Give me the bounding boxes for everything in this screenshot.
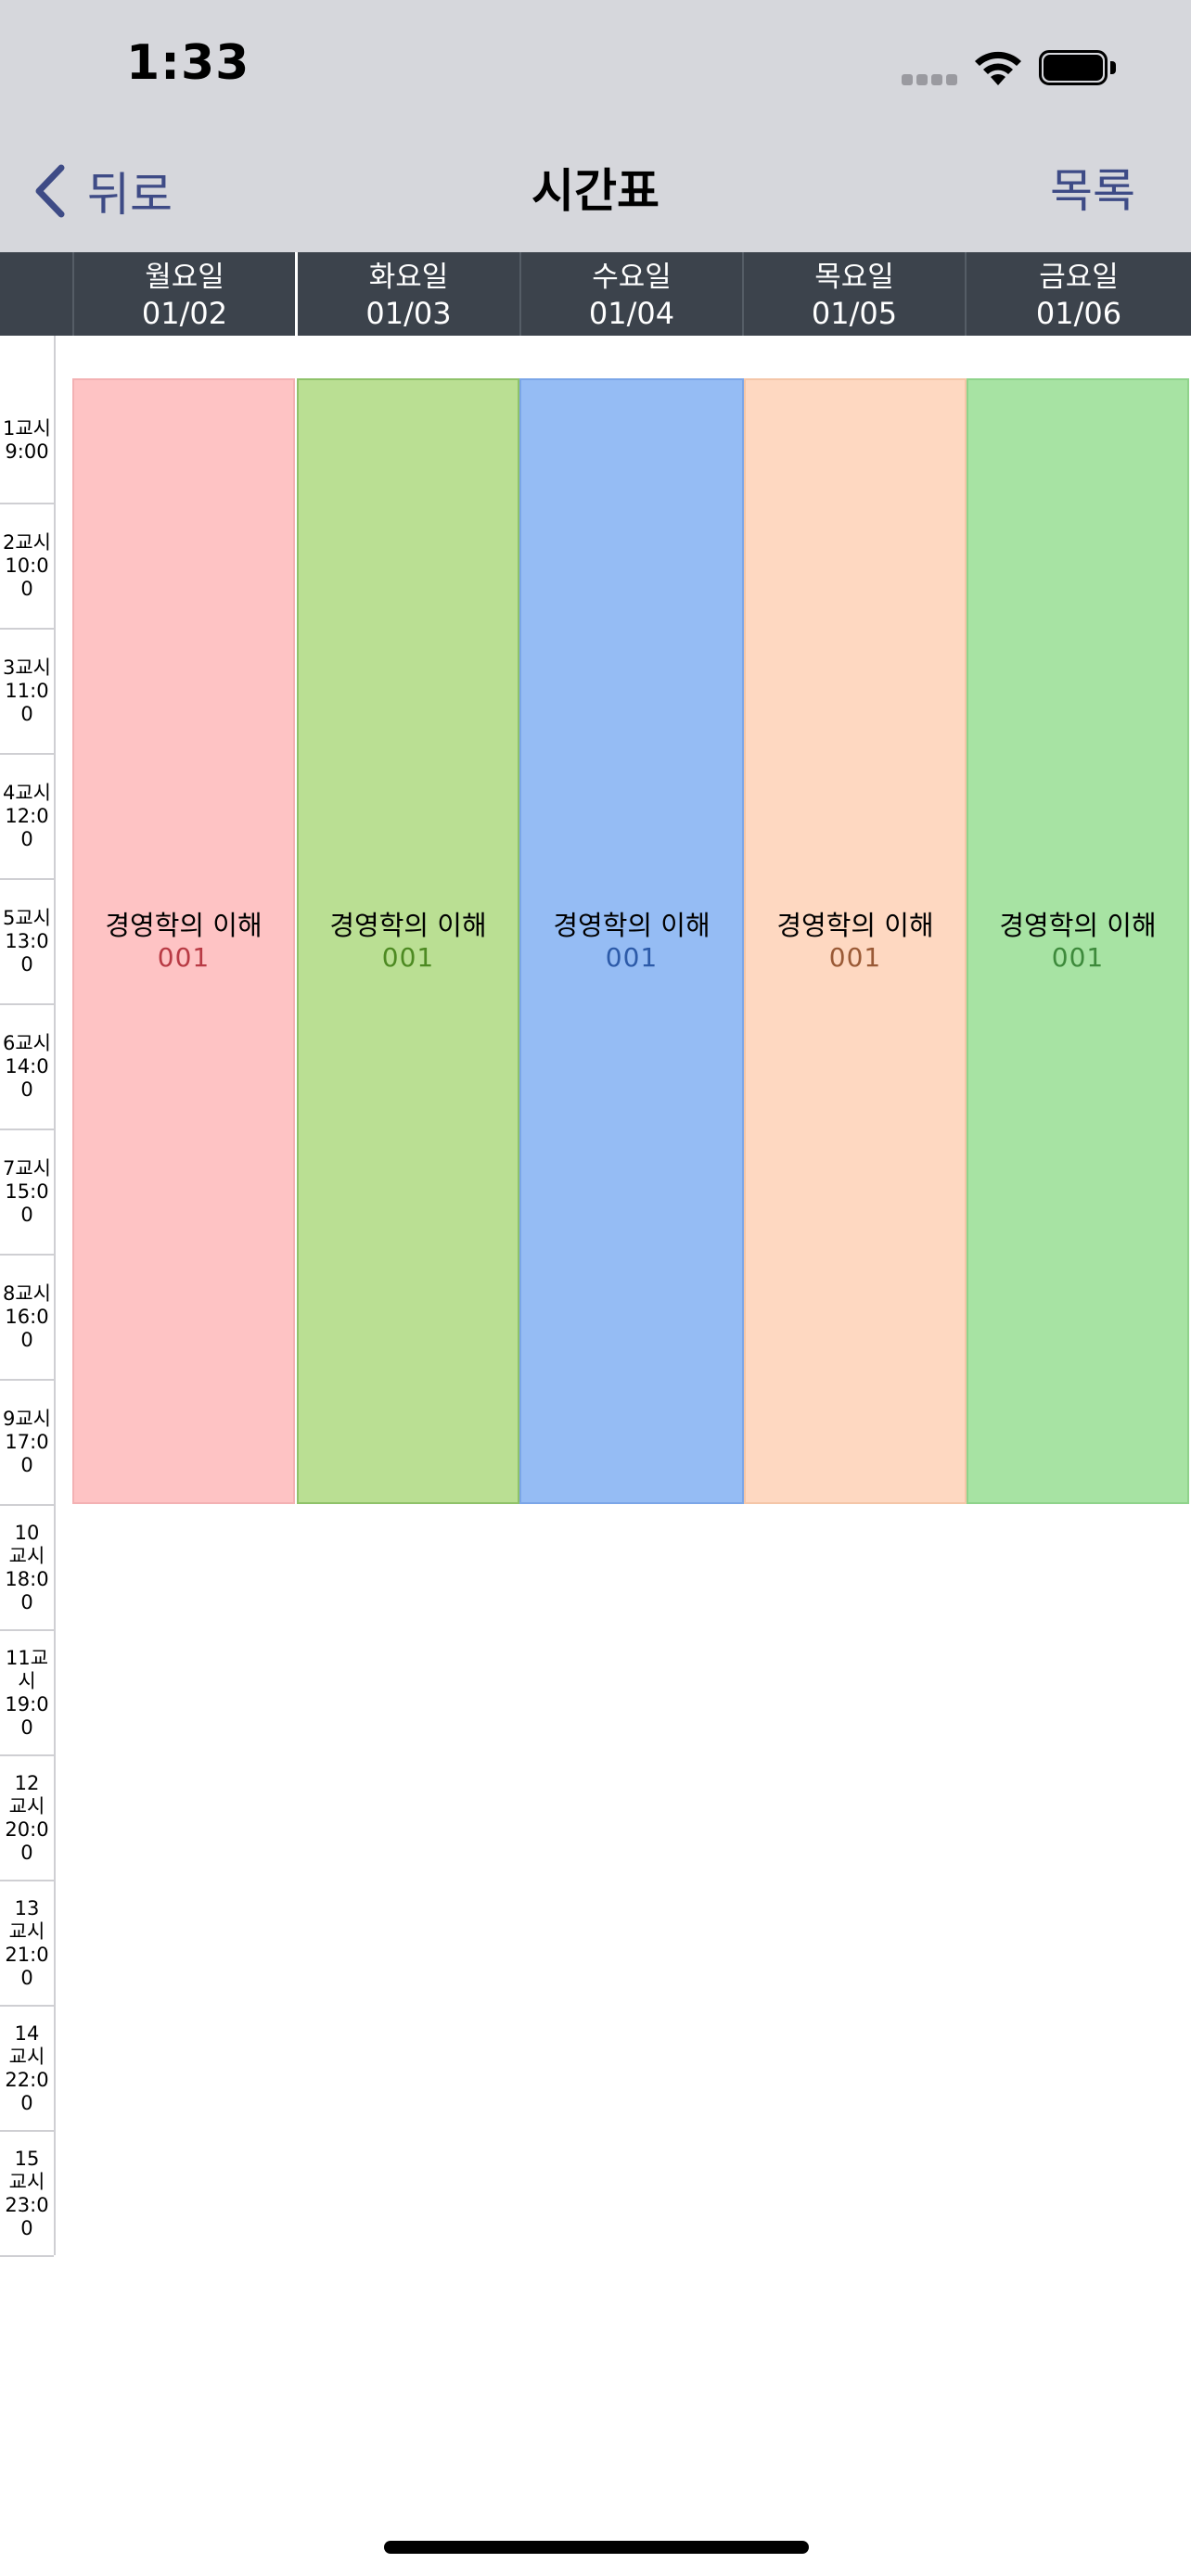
class-block-wednesday[interactable]: 경영학의 이해 001 — [519, 378, 744, 1504]
day-date: 01/05 — [811, 296, 898, 331]
period-label: 11교시 19:00 — [5, 1646, 49, 1739]
class-name: 경영학의 이해 — [776, 910, 934, 941]
period-label: 5교시 13:00 — [2, 907, 51, 976]
period-cell: 8교시 16:00 — [0, 1256, 54, 1381]
day-header-monday: 월요일 01/02 — [72, 252, 295, 336]
timetable-grid: 경영학의 이해 001 경영학의 이해 001 경영학의 이해 001 경영학의… — [58, 336, 1191, 2255]
period-cell: 14 교시 22:0 0 — [0, 2007, 54, 2132]
period-cell: 10 교시 18:00 — [0, 1506, 54, 1631]
page-title: 시간표 — [531, 164, 660, 218]
period-label: 14 교시 22:0 0 — [5, 2021, 49, 2114]
class-code: 001 — [381, 942, 435, 973]
list-button[interactable]: 목록 — [1050, 158, 1135, 224]
class-code: 001 — [157, 942, 211, 973]
day-date: 01/02 — [141, 296, 228, 331]
home-indicator[interactable] — [384, 2541, 809, 2554]
navigation-bar: 1:33 뒤로 시간표 목록 — [0, 0, 1191, 252]
day-header-friday: 금요일 01/06 — [965, 252, 1191, 336]
period-label: 4교시 12:00 — [2, 782, 51, 850]
period-cell: 7교시 15:00 — [0, 1130, 54, 1256]
class-block-thursday[interactable]: 경영학의 이해 001 — [744, 378, 967, 1504]
period-column: 1교시 9:00 2교시 10:00 3교시 11:00 4교시 12:00 5… — [0, 336, 56, 2257]
day-header-corner — [0, 252, 72, 336]
class-code: 001 — [605, 942, 659, 973]
day-header-wednesday: 수요일 01/04 — [519, 252, 742, 336]
class-code: 001 — [828, 942, 882, 973]
period-cell: 13 교시 21:00 — [0, 1881, 54, 2007]
period-label: 1교시 9:00 — [2, 417, 51, 463]
class-block-monday[interactable]: 경영학의 이해 001 — [72, 378, 295, 1504]
day-date: 01/03 — [365, 296, 452, 331]
class-name: 경영학의 이해 — [553, 910, 711, 941]
day-header-thursday: 목요일 01/05 — [742, 252, 965, 336]
class-block-tuesday[interactable]: 경영학의 이해 001 — [297, 378, 519, 1504]
cellular-signal-icon — [902, 74, 959, 85]
day-name: 월요일 — [145, 261, 224, 294]
period-label: 7교시 15:00 — [2, 1157, 51, 1226]
period-cell: 9교시 17:00 — [0, 1381, 54, 1506]
class-block-friday[interactable]: 경영학의 이해 001 — [967, 378, 1189, 1504]
status-time: 1:33 — [126, 35, 250, 91]
class-name: 경영학의 이해 — [999, 910, 1157, 941]
day-date: 01/06 — [1035, 296, 1122, 331]
period-label: 3교시 11:00 — [2, 657, 51, 725]
period-label: 10 교시 18:00 — [5, 1521, 49, 1613]
period-cell: 3교시 11:00 — [0, 630, 54, 755]
period-cell: 11교시 19:00 — [0, 1631, 54, 1756]
period-label: 8교시 16:00 — [2, 1282, 51, 1351]
period-cell: 12 교시 20:0 0 — [0, 1756, 54, 1881]
class-code: 001 — [1051, 942, 1105, 973]
day-header-tuesday: 화요일 01/03 — [295, 252, 519, 336]
day-name: 금요일 — [1039, 261, 1119, 294]
period-label: 15 교시 23:0 0 — [5, 2147, 49, 2239]
period-label: 6교시 14:00 — [2, 1032, 51, 1101]
period-label: 12 교시 20:0 0 — [5, 1771, 49, 1864]
period-cell: 1교시 9:00 — [0, 378, 54, 504]
wifi-icon — [972, 48, 1024, 87]
battery-icon — [1039, 50, 1117, 85]
day-header-row: 월요일 01/02 화요일 01/03 수요일 01/04 목요일 01/05 … — [0, 252, 1191, 336]
period-cell: 6교시 14:00 — [0, 1005, 54, 1130]
period-label: 13 교시 21:00 — [5, 1896, 49, 1989]
day-name: 화요일 — [368, 261, 449, 294]
period-label: 2교시 10:00 — [2, 531, 51, 600]
period-cell: 5교시 13:00 — [0, 880, 54, 1005]
day-name: 목요일 — [814, 261, 894, 294]
period-cell: 4교시 12:00 — [0, 755, 54, 880]
day-date: 01/04 — [588, 296, 675, 331]
period-label: 9교시 17:00 — [2, 1408, 51, 1476]
class-name: 경영학의 이해 — [329, 910, 487, 941]
period-cell: 2교시 10:00 — [0, 504, 54, 630]
period-cell: 15 교시 23:0 0 — [0, 2132, 54, 2257]
day-name: 수요일 — [592, 261, 672, 294]
class-name: 경영학의 이해 — [105, 910, 263, 941]
